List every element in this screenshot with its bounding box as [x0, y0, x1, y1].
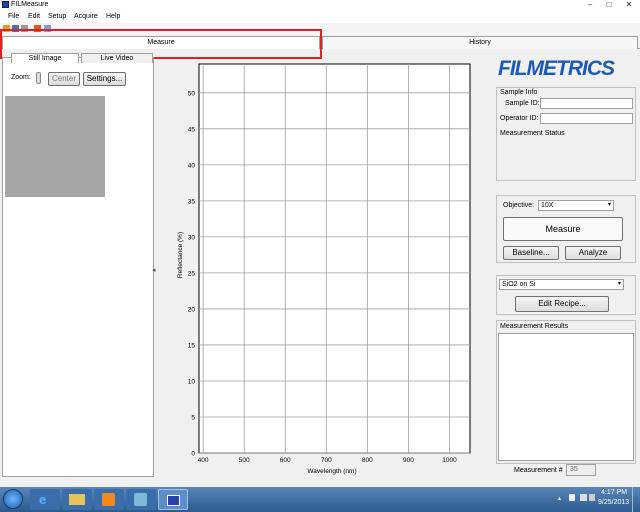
recipe-box: SiO2 on Si ▾ Edit Recipe...: [496, 275, 636, 315]
volume-icon[interactable]: [589, 494, 595, 501]
filmetrics-logo: FILMETRICS: [498, 57, 615, 80]
app-taskbar-icon[interactable]: [126, 489, 156, 510]
measurement-number-field: 35: [566, 464, 596, 476]
menu-setup[interactable]: Setup: [48, 10, 66, 23]
maximize-button[interactable]: □: [602, 0, 616, 10]
y-tick-label: 5: [191, 414, 195, 421]
control-panel: FILMETRICS Sample Info Sample ID: Operat…: [494, 55, 640, 477]
y-tick-label: 40: [188, 162, 196, 169]
ie-icon[interactable]: e: [30, 489, 60, 510]
tray-up-arrow-icon[interactable]: ▴: [558, 495, 561, 502]
menu-file[interactable]: File: [8, 10, 19, 23]
y-tick-label: 35: [188, 198, 196, 205]
measure-button[interactable]: Measure: [503, 217, 623, 241]
explorer-icon[interactable]: [62, 489, 92, 510]
sample-info-label: Sample Info: [500, 89, 538, 96]
y-tick-label: 30: [188, 234, 196, 241]
x-tick-label: 900: [403, 457, 414, 464]
recipe-value: SiO2 on Si: [502, 281, 536, 288]
clock-date[interactable]: 9/25/2013: [598, 499, 629, 506]
results-label: Measurement Results: [500, 323, 569, 330]
tab-live-video[interactable]: Live Video: [81, 53, 153, 63]
analyze-button[interactable]: Analyze: [565, 246, 621, 260]
y-tick-label: 50: [188, 90, 196, 97]
y-tick-label: 20: [188, 306, 196, 313]
sample-id-label: Sample ID:: [505, 100, 540, 107]
window-title: FILMeasure: [11, 1, 49, 8]
y-tick-label: 15: [188, 342, 196, 349]
menu-acquire[interactable]: Acquire: [74, 10, 98, 23]
start-button[interactable]: [3, 489, 23, 509]
x-tick-label: 1000: [442, 457, 457, 464]
show-desktop-button[interactable]: [632, 487, 640, 512]
tab-history[interactable]: History: [322, 36, 638, 49]
measurement-number-label: Measurement #: [514, 467, 563, 474]
x-axis-label: Wavelength (nm): [307, 468, 356, 475]
sample-info-box: Sample Info Sample ID: Operator ID: Meas…: [496, 87, 636, 181]
tab-still-image[interactable]: Still Image: [11, 53, 79, 63]
y-tick-label: 0: [191, 451, 195, 458]
objective-label: Objective:: [503, 202, 535, 209]
collapse-arrow-icon[interactable]: ◂: [152, 266, 156, 274]
baseline-button[interactable]: Baseline...: [503, 246, 559, 260]
filmeasure-taskbar-icon[interactable]: [158, 489, 188, 510]
network-icon[interactable]: [580, 494, 587, 501]
y-tick-label: 45: [188, 126, 196, 133]
results-box: Measurement Results: [496, 320, 636, 464]
app-icon: [2, 1, 9, 8]
x-tick-label: 400: [198, 457, 209, 464]
menu-help[interactable]: Help: [106, 10, 120, 23]
image-panel: Still Image Live Video Zoom: Center Sett…: [2, 53, 156, 477]
center-button[interactable]: Center: [48, 72, 80, 86]
results-area: [498, 333, 634, 461]
y-axis-label: Reflectance (%): [177, 232, 184, 278]
close-button[interactable]: ✕: [622, 0, 636, 10]
clock-time[interactable]: 4:17 PM: [601, 489, 627, 496]
zoom-slider[interactable]: [36, 72, 41, 84]
settings-button[interactable]: Settings...: [83, 72, 126, 86]
y-tick-label: 25: [188, 270, 196, 277]
measure-box: Objective: 10X ▾ Measure Baseline... Ana…: [496, 195, 636, 263]
title-bar: FILMeasure – □ ✕: [0, 0, 640, 10]
x-tick-label: 600: [280, 457, 291, 464]
spectrum-chart: 400 500 600 700 800 900 1000 0 5 10 15 20 25 30 35 40 45…: [160, 59, 490, 479]
operator-id-label: Operator ID:: [500, 115, 539, 122]
menu-edit[interactable]: Edit: [28, 10, 40, 23]
x-tick-label: 800: [362, 457, 373, 464]
camera-image: [5, 96, 105, 197]
media-player-icon[interactable]: [94, 489, 124, 510]
chevron-down-icon: ▾: [617, 281, 621, 287]
zoom-label: Zoom:: [11, 74, 31, 81]
chart-svg: 400 500 600 700 800 900 1000 0 5 10 15 20 25 30 35 40 45…: [177, 63, 471, 475]
y-tick-label: 10: [188, 378, 196, 385]
objective-select[interactable]: 10X ▾: [538, 200, 614, 211]
recipe-select[interactable]: SiO2 on Si ▾: [499, 279, 624, 290]
objective-value: 10X: [541, 202, 554, 209]
chevron-down-icon: ▾: [607, 202, 611, 208]
menu-bar: File Edit Setup Acquire Help: [0, 10, 640, 23]
measurement-status-label: Measurement Status: [500, 130, 565, 137]
sample-id-input[interactable]: [540, 98, 633, 109]
minimize-button[interactable]: –: [583, 0, 597, 10]
flag-icon[interactable]: [569, 494, 575, 501]
taskbar: e ▴ 4:17 PM 9/25/2013: [0, 487, 640, 512]
operator-id-input[interactable]: [540, 113, 633, 124]
edit-recipe-button[interactable]: Edit Recipe...: [515, 296, 609, 312]
x-tick-label: 500: [239, 457, 250, 464]
x-tick-label: 700: [321, 457, 332, 464]
plot-area: [198, 63, 471, 454]
